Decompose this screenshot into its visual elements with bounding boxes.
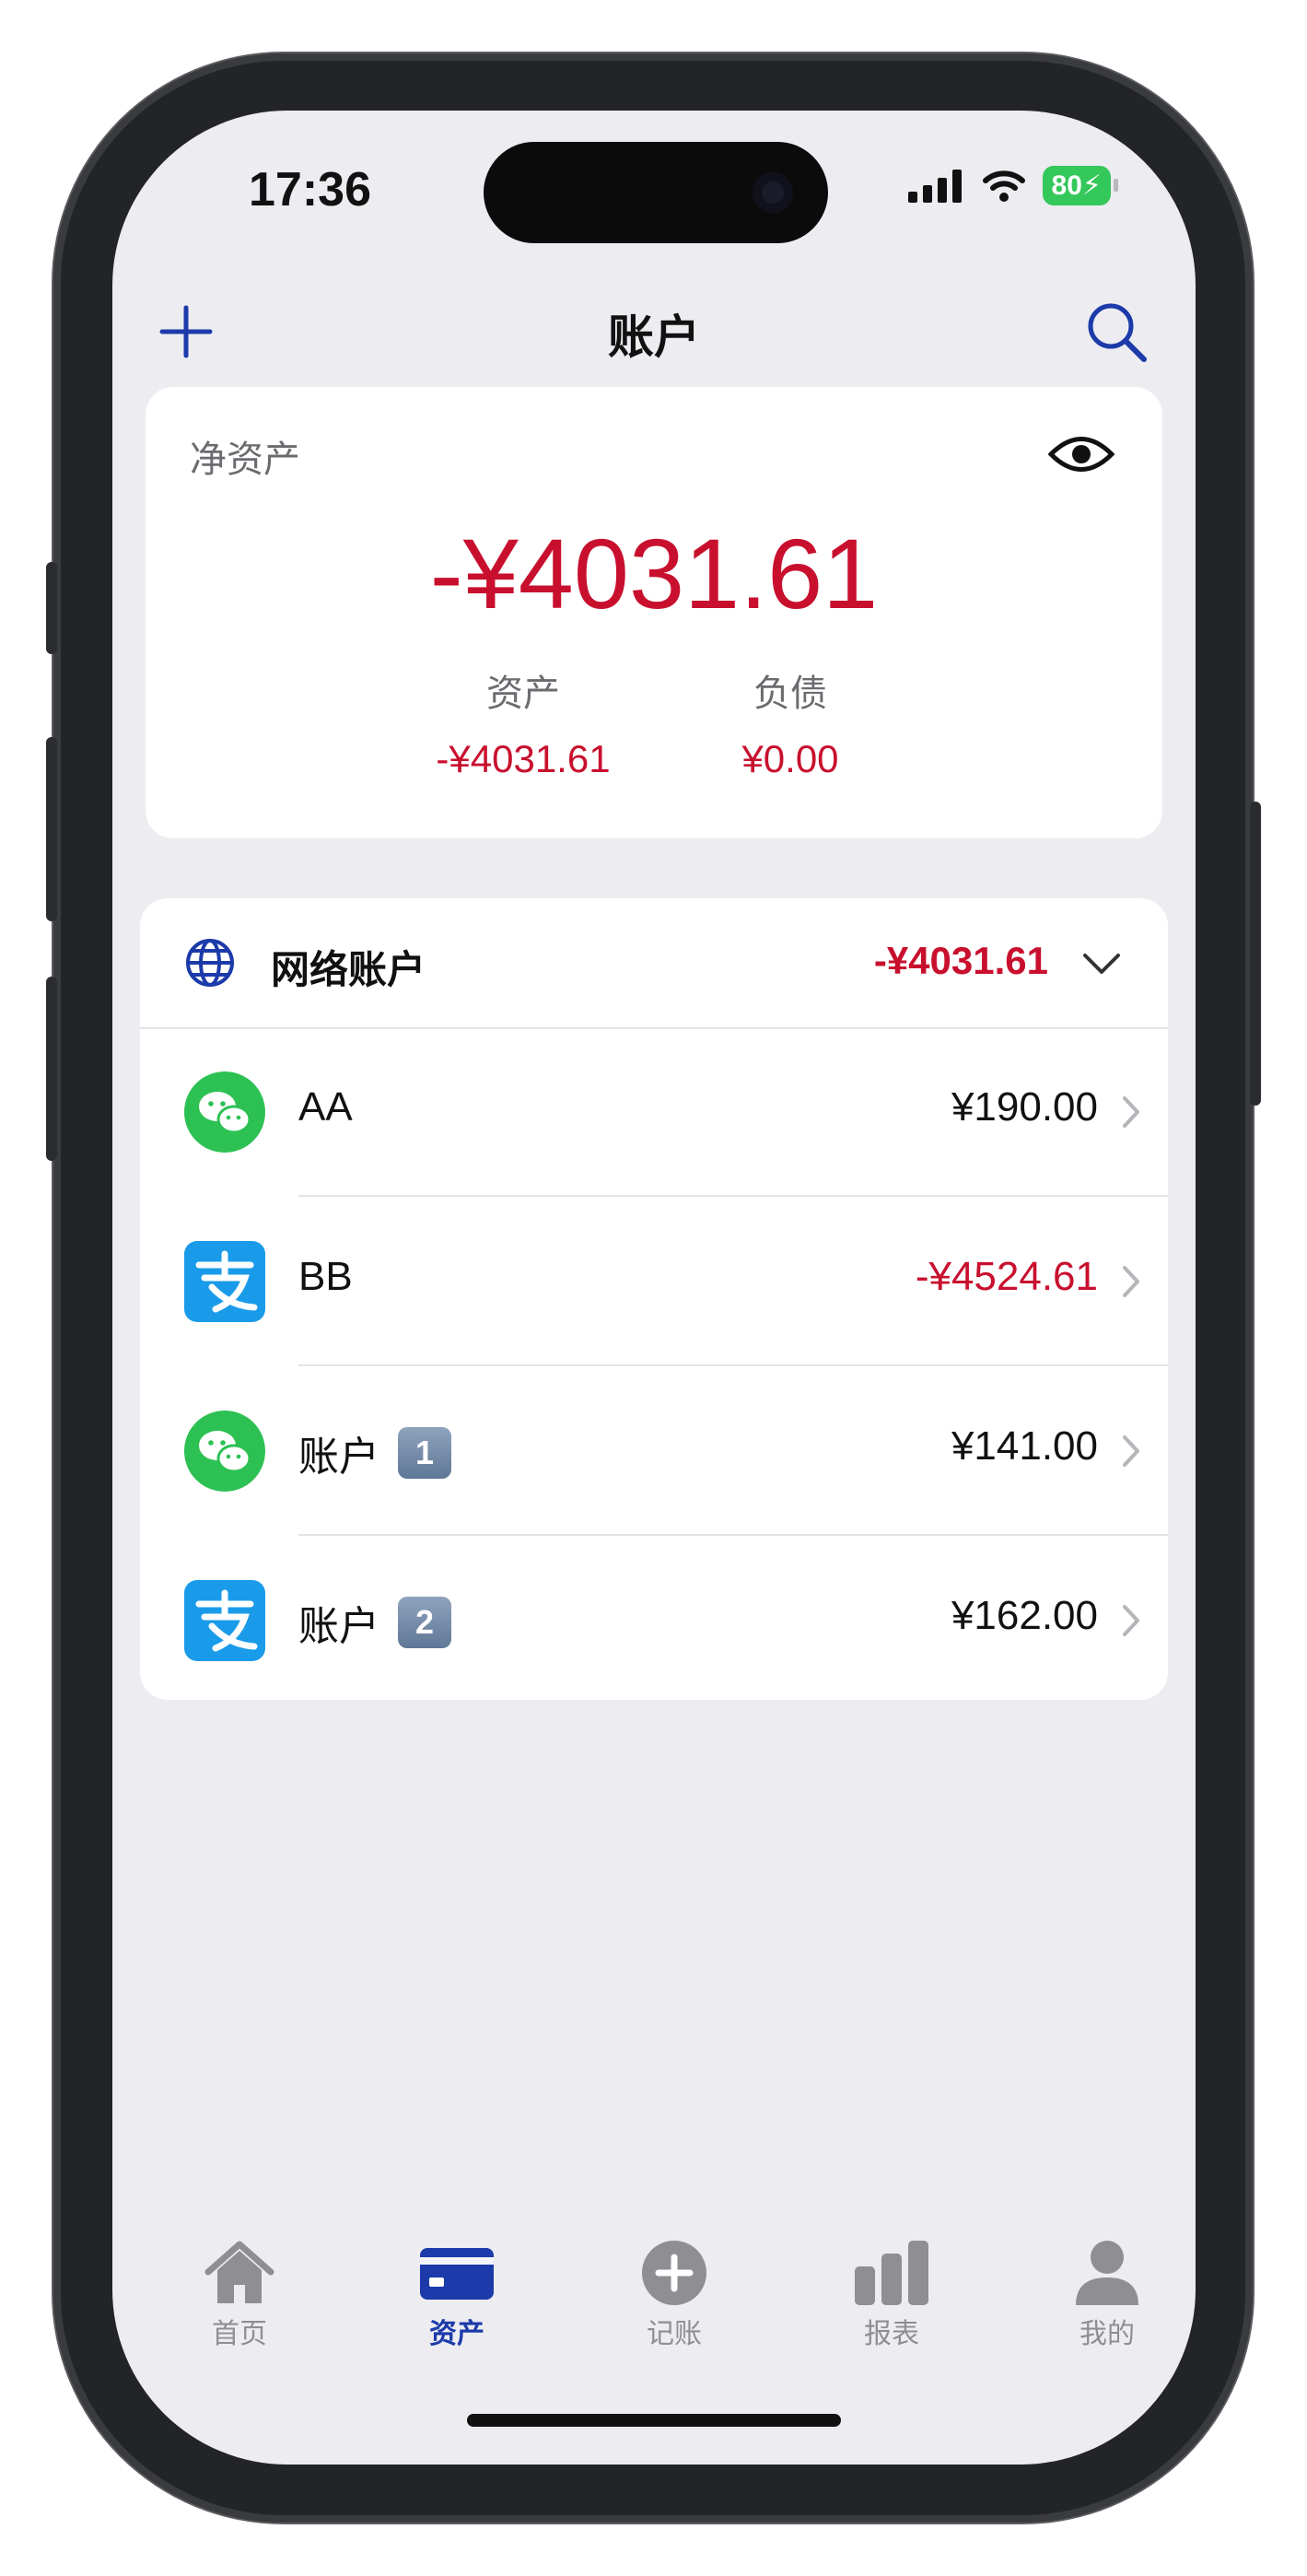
account-row-aa[interactable]: AA ¥190.00	[140, 1027, 1168, 1197]
account-name-text: BB	[298, 1254, 353, 1299]
tab-home[interactable]: 首页	[166, 2239, 313, 2351]
account-name-text: 账户	[298, 1434, 379, 1480]
chevron-right-icon	[1123, 1435, 1139, 1467]
account-amount: ¥190.00	[951, 1084, 1098, 1130]
tab-label: 我的	[1079, 2319, 1135, 2349]
chevron-right-icon	[1123, 1266, 1139, 1297]
net-assets-amount: -¥4031.61	[429, 518, 879, 629]
account-row-bb[interactable]: BB -¥4524.61	[140, 1197, 1168, 1366]
liabilities-value: ¥0.00	[741, 737, 839, 780]
net-assets-card: 净资产 -¥4031.61 资产 -¥4031.61 负债 ¥0.00	[146, 387, 1162, 838]
alipay-icon	[184, 1580, 265, 1661]
tab-label: 报表	[864, 2319, 919, 2349]
camera-icon	[753, 172, 793, 213]
keycap-number-badge: 1	[398, 1427, 451, 1479]
account-group-name: 网络账户	[271, 948, 426, 991]
chevron-down-icon[interactable]	[1081, 946, 1122, 979]
account-row-1[interactable]: 账户 1 ¥141.00	[140, 1366, 1168, 1536]
card-icon	[420, 2248, 494, 2300]
chevron-right-icon	[1123, 1605, 1139, 1636]
wechat-icon	[184, 1411, 265, 1492]
account-amount: -¥4524.61	[915, 1254, 1098, 1299]
wechat-icon	[184, 1071, 265, 1153]
tab-label: 资产	[429, 2319, 484, 2349]
account-amount: ¥162.00	[951, 1593, 1098, 1638]
account-row-2[interactable]: 账户 2 ¥162.00	[140, 1536, 1168, 1700]
bar-chart-icon	[855, 2241, 928, 2305]
account-amount: ¥141.00	[951, 1423, 1098, 1469]
page-title: 账户	[608, 311, 700, 363]
account-group-header[interactable]: 网络账户 -¥4031.61	[140, 898, 1168, 1029]
signal-icon	[907, 169, 962, 203]
tab-reports[interactable]: 报表	[818, 2239, 965, 2351]
account-name-text: AA	[298, 1084, 353, 1130]
globe-icon	[186, 939, 234, 987]
tab-bar: 首页 资产 记账 报表 我的	[112, 2239, 1196, 2405]
account-name-text: 账户	[298, 1604, 379, 1649]
net-assets-label: 净资产	[190, 439, 300, 480]
status-time: 17:36	[249, 163, 371, 217]
account-group-card: 网络账户 -¥4031.61 AA ¥190.00 BB -¥4524.61 账…	[140, 898, 1168, 1700]
power-button	[1250, 802, 1261, 1106]
volume-down-button	[46, 977, 57, 1161]
search-icon[interactable]	[1083, 299, 1149, 365]
liabilities-label: 负债	[753, 673, 827, 714]
action-button	[46, 562, 57, 654]
tab-label: 记账	[647, 2319, 702, 2349]
plus-circle-icon	[642, 2241, 706, 2305]
alipay-icon	[184, 1241, 265, 1322]
wifi-icon	[982, 170, 1025, 202]
tab-profile[interactable]: 我的	[1033, 2239, 1181, 2351]
home-indicator[interactable]	[467, 2414, 841, 2427]
chevron-right-icon	[1123, 1096, 1139, 1128]
account-name: 账户 1	[298, 1423, 451, 1482]
assets-label: 资产	[486, 673, 560, 714]
volume-up-button	[46, 737, 57, 921]
tab-assets[interactable]: 资产	[383, 2239, 531, 2351]
keycap-number-badge: 2	[398, 1597, 451, 1648]
status-icons: 80⚡	[907, 166, 1119, 205]
assets-value: -¥4031.61	[436, 737, 611, 780]
house-icon	[204, 2241, 274, 2303]
account-group-total: -¥4031.61	[873, 939, 1048, 982]
nav-bar: 账户	[112, 286, 1196, 387]
account-name: AA	[298, 1084, 353, 1130]
dynamic-island	[484, 142, 828, 243]
tab-bookkeeping[interactable]: 记账	[601, 2239, 748, 2351]
battery-level: 80	[1051, 170, 1082, 201]
tab-label: 首页	[212, 2319, 267, 2349]
screen: 17:36 80⚡ 账户 净资产 -¥4031.61 资产 -¥4031.61 …	[112, 111, 1196, 2465]
eye-icon[interactable]	[1048, 431, 1114, 477]
account-name: BB	[298, 1254, 353, 1300]
battery-indicator: 80⚡	[1042, 166, 1119, 205]
liabilities-summary: 负债 ¥0.00	[671, 663, 910, 781]
account-name: 账户 2	[298, 1593, 451, 1652]
person-icon	[1076, 2241, 1138, 2305]
assets-summary: 资产 -¥4031.61	[403, 663, 643, 781]
charging-icon: ⚡	[1081, 170, 1102, 201]
